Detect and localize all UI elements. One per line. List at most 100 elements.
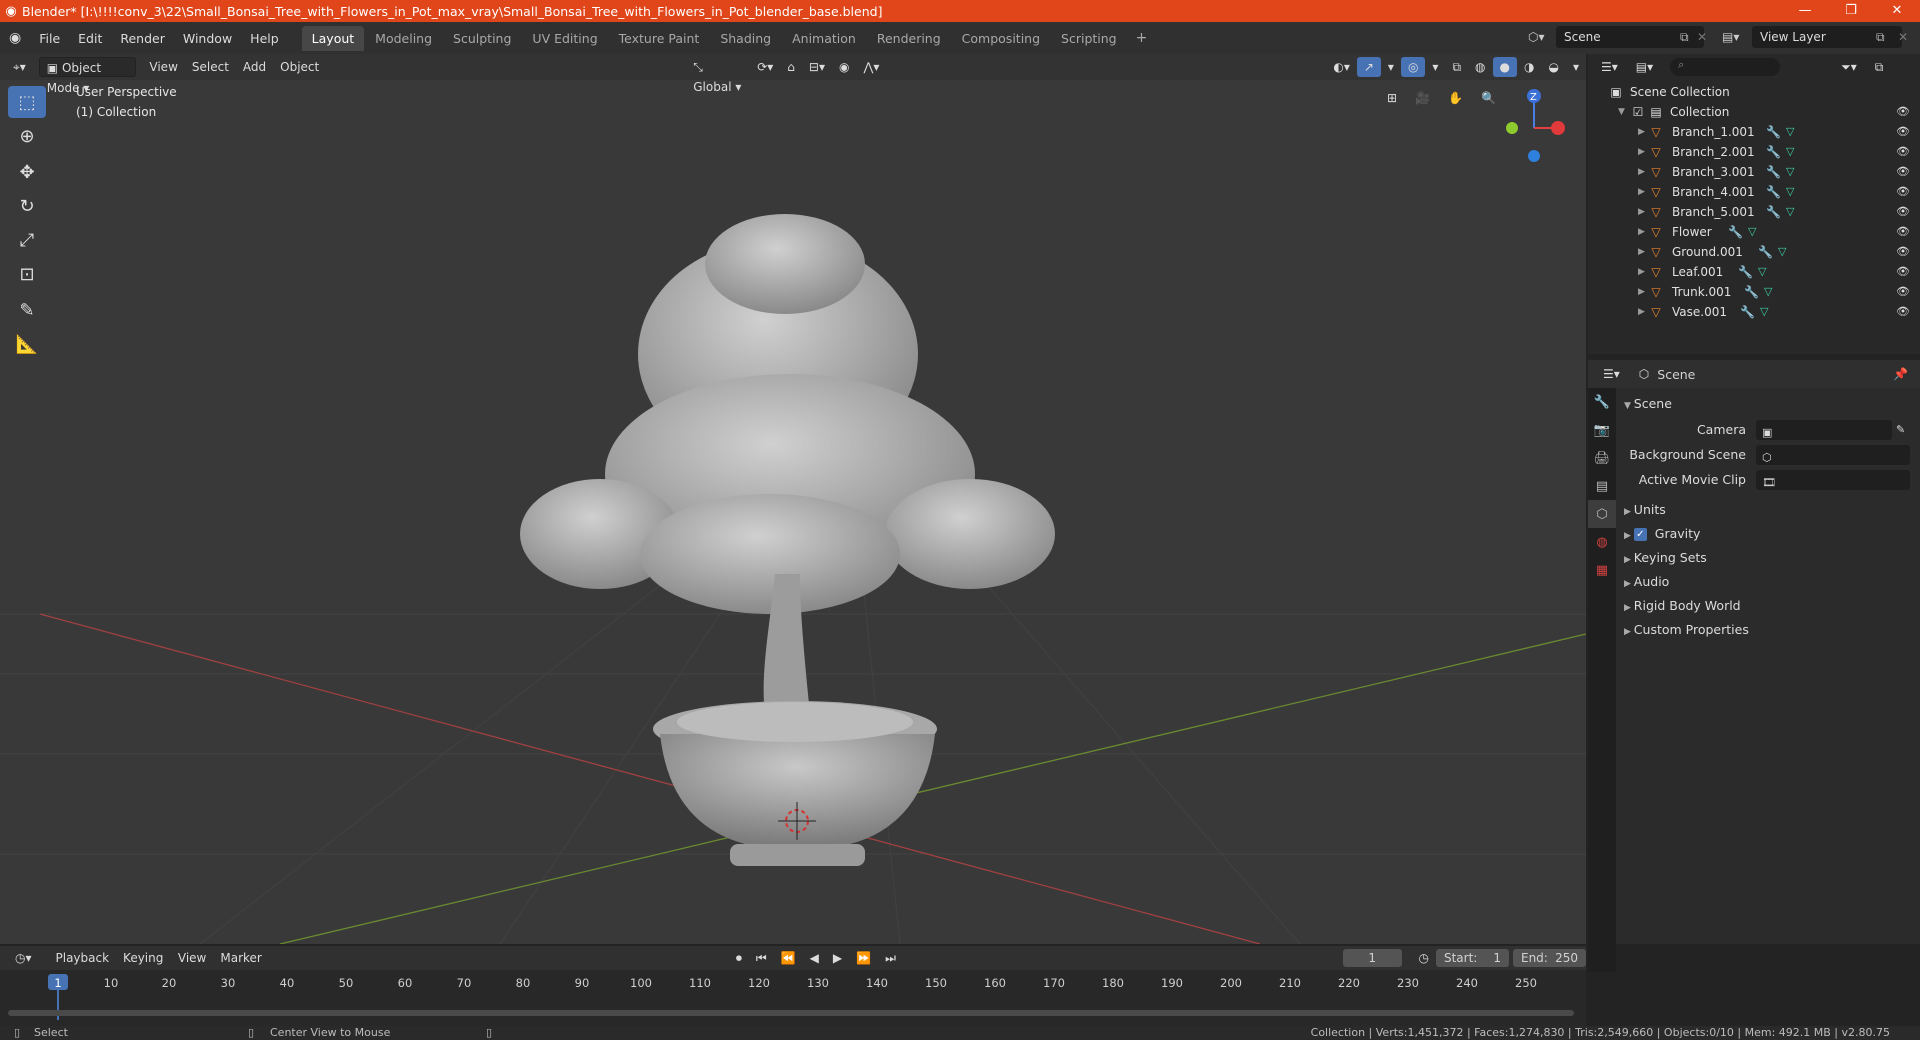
cursor-tool-icon[interactable]: ⊕ — [8, 120, 46, 152]
outliner-row-object[interactable]: ▶ ▽ Branch_1.001 🔧 ▽ 👁 — [1588, 122, 1920, 142]
menu-window[interactable]: Window — [174, 31, 241, 46]
outliner-editor-type-icon[interactable]: ☰▾ — [1594, 57, 1625, 77]
tab-scripting[interactable]: Scripting — [1051, 26, 1127, 51]
mesh-data-icon[interactable]: ▽ — [1758, 262, 1766, 282]
visibility-eye-icon[interactable]: 👁 — [1896, 102, 1910, 122]
modifier-wrench-icon[interactable]: 🔧 — [1728, 222, 1743, 242]
gizmo-dropdown-icon[interactable]: ▾ — [1381, 57, 1401, 77]
tab-shading[interactable]: Shading — [710, 26, 781, 51]
jump-keyframe-forward-icon[interactable]: ⏩ — [849, 948, 878, 968]
modifier-wrench-icon[interactable]: 🔧 — [1766, 202, 1781, 222]
minimize-button[interactable]: — — [1782, 0, 1828, 22]
play-reverse-icon[interactable]: ◀ — [803, 948, 826, 968]
start-frame-field[interactable]: Start: 1 — [1435, 949, 1509, 967]
tab-rendering[interactable]: Rendering — [867, 26, 951, 51]
navigation-gizmo[interactable]: Z — [1490, 84, 1570, 164]
visibility-eye-icon[interactable]: 👁 — [1896, 242, 1910, 262]
tab-tool-icon[interactable]: 🔧 — [1588, 388, 1616, 416]
preview-range-icon[interactable]: ◷ — [1412, 948, 1436, 968]
mesh-data-icon[interactable]: ▽ — [1786, 142, 1794, 162]
mesh-data-icon[interactable]: ▽ — [1786, 122, 1794, 142]
modifier-wrench-icon[interactable]: 🔧 — [1758, 242, 1773, 262]
scene-type-icon[interactable]: ⬡▾ — [1528, 30, 1545, 44]
visibility-eye-icon[interactable]: 👁 — [1896, 122, 1910, 142]
tab-world-icon[interactable]: ◍ — [1588, 528, 1616, 556]
menu-file[interactable]: File — [30, 31, 69, 46]
rigid-body-world-panel[interactable]: ▶ Rigid Body World — [1624, 594, 1914, 618]
properties-editor-type-icon[interactable]: ☰▾ — [1596, 364, 1627, 384]
jump-keyframe-back-icon[interactable]: ⏪ — [774, 948, 803, 968]
tab-animation[interactable]: Animation — [782, 26, 866, 51]
transform-orientation-selector[interactable]: ⤡ Global ▾ — [686, 57, 750, 94]
expand-arrow-icon[interactable]: ▶ — [1638, 202, 1645, 222]
menu-object[interactable]: Object — [273, 57, 326, 77]
tab-view-layer-icon[interactable]: ▤ — [1588, 472, 1616, 500]
toggle-perspective-icon[interactable]: ⊞ — [1380, 88, 1404, 108]
mesh-data-icon[interactable]: ▽ — [1778, 242, 1786, 262]
outliner-row-scene-collection[interactable]: ▣ Scene Collection — [1588, 82, 1920, 102]
overlay-dropdown-icon[interactable]: ▾ — [1425, 57, 1445, 77]
jump-start-icon[interactable]: ⏮ — [749, 948, 774, 968]
menu-marker[interactable]: Marker — [213, 948, 268, 968]
outliner-row-object[interactable]: ▶ ▽ Branch_2.001 🔧 ▽ 👁 — [1588, 142, 1920, 162]
proportional-edit-icon[interactable]: ◉ — [832, 57, 856, 77]
new-scene-icon[interactable]: ⧉ — [1680, 30, 1689, 45]
scale-tool-icon[interactable]: ⤢ — [8, 224, 46, 256]
modifier-wrench-icon[interactable]: 🔧 — [1766, 182, 1781, 202]
record-icon[interactable]: ⏺ — [729, 948, 749, 968]
current-frame-field[interactable]: 1 — [1342, 949, 1402, 967]
tab-texture-paint[interactable]: Texture Paint — [609, 26, 710, 51]
gravity-checkbox[interactable]: ✓ — [1633, 528, 1647, 541]
active-movie-clip-field[interactable]: 🎞 — [1756, 470, 1910, 490]
visibility-icon[interactable]: ◐▾ — [1326, 57, 1357, 77]
annotate-tool-icon[interactable]: ✎ — [8, 294, 46, 326]
rendered-shading-icon[interactable]: ◒ — [1541, 57, 1565, 77]
outliner-row-object[interactable]: ▶ ▽ Branch_5.001 🔧 ▽ 👁 — [1588, 202, 1920, 222]
tab-scene-icon[interactable]: ⬡ — [1588, 500, 1616, 528]
outliner-row-object[interactable]: ▶ ▽ Trunk.001 🔧 ▽ 👁 — [1588, 282, 1920, 302]
visibility-eye-icon[interactable]: 👁 — [1896, 182, 1910, 202]
units-panel[interactable]: ▶ Units — [1624, 498, 1914, 522]
tab-uv-editing[interactable]: UV Editing — [522, 26, 607, 51]
display-mode-icon[interactable]: ▤▾ — [1629, 57, 1660, 77]
background-scene-field[interactable]: ⬡ — [1756, 445, 1910, 465]
mesh-data-icon[interactable]: ▽ — [1786, 182, 1794, 202]
shading-dropdown-icon[interactable]: ▾ — [1566, 57, 1586, 77]
maximize-button[interactable]: ❐ — [1828, 0, 1874, 22]
play-icon[interactable]: ▶ — [826, 948, 849, 968]
outliner-row-object[interactable]: ▶ ▽ Branch_3.001 🔧 ▽ 👁 — [1588, 162, 1920, 182]
material-shading-icon[interactable]: ◑ — [1517, 57, 1541, 77]
menu-keying[interactable]: Keying ▾ — [116, 948, 171, 985]
wireframe-shading-icon[interactable]: ◍ — [1468, 57, 1492, 77]
outliner-row-object[interactable]: ▶ ▽ Branch_4.001 🔧 ▽ 👁 — [1588, 182, 1920, 202]
visibility-eye-icon[interactable]: 👁 — [1896, 162, 1910, 182]
move-tool-icon[interactable]: ✥ — [8, 156, 46, 188]
expand-arrow-icon[interactable]: ▶ — [1638, 242, 1645, 262]
tab-output-icon[interactable]: 🖨 — [1588, 444, 1616, 472]
3d-viewport[interactable]: ⌖▾ ▣ Object Mode ▾ View Select Add Objec… — [0, 54, 1586, 944]
mesh-data-icon[interactable]: ▽ — [1786, 202, 1794, 222]
visibility-eye-icon[interactable]: 👁 — [1896, 282, 1910, 302]
expand-arrow-icon[interactable]: ▶ — [1638, 182, 1645, 202]
pan-view-icon[interactable]: ✋ — [1441, 88, 1470, 108]
modifier-wrench-icon[interactable]: 🔧 — [1766, 142, 1781, 162]
tab-sculpting[interactable]: Sculpting — [443, 26, 521, 51]
tab-render-icon[interactable]: 📷 — [1588, 416, 1616, 444]
menu-edit[interactable]: Edit — [69, 31, 111, 46]
audio-panel[interactable]: ▶ Audio — [1624, 570, 1914, 594]
solid-shading-icon[interactable]: ● — [1492, 57, 1517, 77]
menu-render[interactable]: Render — [111, 31, 174, 46]
expand-arrow-icon[interactable]: ▶ — [1638, 142, 1645, 162]
timeline-editor-type-icon[interactable]: ◷▾ — [8, 948, 39, 968]
mode-selector[interactable]: ▣ Object Mode ▾ — [38, 57, 137, 95]
timeline-menu-view[interactable]: View — [171, 948, 213, 968]
mesh-data-icon[interactable]: ▽ — [1786, 162, 1794, 182]
outliner-row-object[interactable]: ▶ ▽ Leaf.001 🔧 ▽ 👁 — [1588, 262, 1920, 282]
expand-arrow-icon[interactable]: ▶ — [1638, 262, 1645, 282]
outliner-row-object[interactable]: ▶ ▽ Ground.001 🔧 ▽ 👁 — [1588, 242, 1920, 262]
outliner-row-object[interactable]: ▶ ▽ Vase.001 🔧 ▽ 👁 — [1588, 302, 1920, 322]
camera-field[interactable]: ▣ — [1756, 420, 1892, 440]
end-frame-field[interactable]: End: 250 — [1512, 949, 1586, 967]
editor-type-icon[interactable]: ⌖▾ — [6, 57, 33, 77]
modifier-wrench-icon[interactable]: 🔧 — [1766, 122, 1781, 142]
